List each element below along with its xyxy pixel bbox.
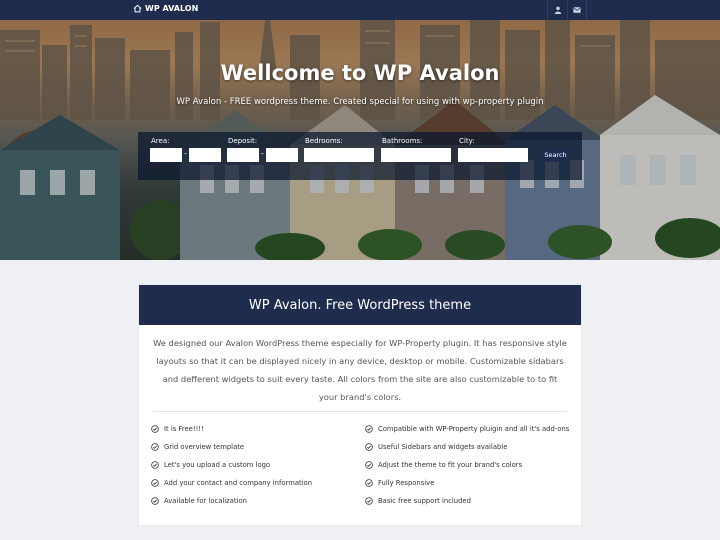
feature-item: Grid overview template bbox=[151, 443, 244, 451]
hero-title: Wellcome to WP Avalon bbox=[220, 61, 500, 85]
feature-item: Available for localization bbox=[151, 497, 247, 505]
check-circle-icon bbox=[365, 443, 373, 451]
search-button[interactable]: Search bbox=[541, 148, 570, 162]
site-logo-text: WP AVALON bbox=[145, 4, 199, 13]
feature-label: Let's you upload a custom logo bbox=[164, 461, 271, 469]
site-logo[interactable]: WP AVALON bbox=[133, 4, 198, 13]
feature-item: It is Free!!!! bbox=[151, 425, 204, 433]
area-range-separator: - bbox=[184, 149, 187, 158]
hero-banner: Wellcome to WP Avalon WP Avalon - FREE w… bbox=[0, 20, 720, 260]
feature-item: Fully Responsive bbox=[365, 479, 434, 487]
contact-button[interactable] bbox=[567, 0, 587, 20]
check-circle-icon bbox=[151, 443, 159, 451]
card-description: We designed our Avalon WordPress theme e… bbox=[153, 338, 567, 402]
hero-subtitle: WP Avalon - FREE wordpress theme. Create… bbox=[176, 97, 544, 107]
city-label: City: bbox=[459, 137, 475, 145]
deposit-max-input[interactable] bbox=[266, 148, 298, 162]
bedrooms-input[interactable] bbox=[304, 148, 374, 162]
feature-label: Fully Responsive bbox=[378, 479, 435, 487]
feature-label: Add your contact and company information bbox=[164, 479, 313, 487]
user-icon bbox=[554, 6, 561, 14]
check-circle-icon bbox=[365, 497, 373, 505]
check-circle-icon bbox=[365, 425, 373, 433]
feature-label: Available for localization bbox=[164, 497, 247, 505]
feature-item: Let's you upload a custom logo bbox=[151, 461, 270, 469]
bedrooms-label: Bedrooms: bbox=[305, 137, 343, 145]
theme-info-card: WP Avalon. Free WordPress theme We desig… bbox=[139, 285, 581, 525]
feature-label: It is Free!!!! bbox=[164, 425, 204, 433]
feature-item: Compatible with WP-Property pluigin and … bbox=[365, 425, 569, 433]
user-button[interactable] bbox=[547, 0, 567, 20]
bathrooms-label: Bathrooms: bbox=[382, 137, 423, 145]
deposit-label: Deposit: bbox=[228, 137, 258, 145]
deposit-range-separator: - bbox=[261, 149, 264, 158]
envelope-icon bbox=[573, 7, 581, 13]
feature-label: Adjust the theme to fit your brand's col… bbox=[378, 461, 523, 469]
area-min-input[interactable] bbox=[150, 148, 182, 162]
feature-label: Grid overview template bbox=[164, 443, 245, 451]
feature-item: Adjust the theme to fit your brand's col… bbox=[365, 461, 522, 469]
card-title: WP Avalon. Free WordPress theme bbox=[139, 285, 581, 325]
bathrooms-input[interactable] bbox=[381, 148, 451, 162]
property-search-form: Area: - Deposit: - Bedrooms: Bathrooms: … bbox=[138, 132, 582, 180]
feature-item: Useful Sidebars and widgets available bbox=[365, 443, 507, 451]
feature-label: Useful Sidebars and widgets available bbox=[378, 443, 508, 451]
deposit-min-input[interactable] bbox=[227, 148, 259, 162]
feature-label: Compatible with WP-Property pluigin and … bbox=[378, 425, 570, 433]
feature-label: Basic free support included bbox=[378, 497, 471, 505]
feature-item: Basic free support included bbox=[365, 497, 471, 505]
home-icon bbox=[133, 4, 142, 13]
feature-item: Add your contact and company information bbox=[151, 479, 312, 487]
top-navbar: WP AVALON bbox=[0, 0, 720, 20]
area-max-input[interactable] bbox=[189, 148, 221, 162]
check-circle-icon bbox=[151, 479, 159, 487]
check-circle-icon bbox=[151, 461, 159, 469]
area-label: Area: bbox=[151, 137, 170, 145]
check-circle-icon bbox=[151, 497, 159, 505]
check-circle-icon bbox=[365, 461, 373, 469]
card-divider bbox=[153, 411, 567, 412]
check-circle-icon bbox=[151, 425, 159, 433]
city-input[interactable] bbox=[458, 148, 528, 162]
check-circle-icon bbox=[365, 479, 373, 487]
